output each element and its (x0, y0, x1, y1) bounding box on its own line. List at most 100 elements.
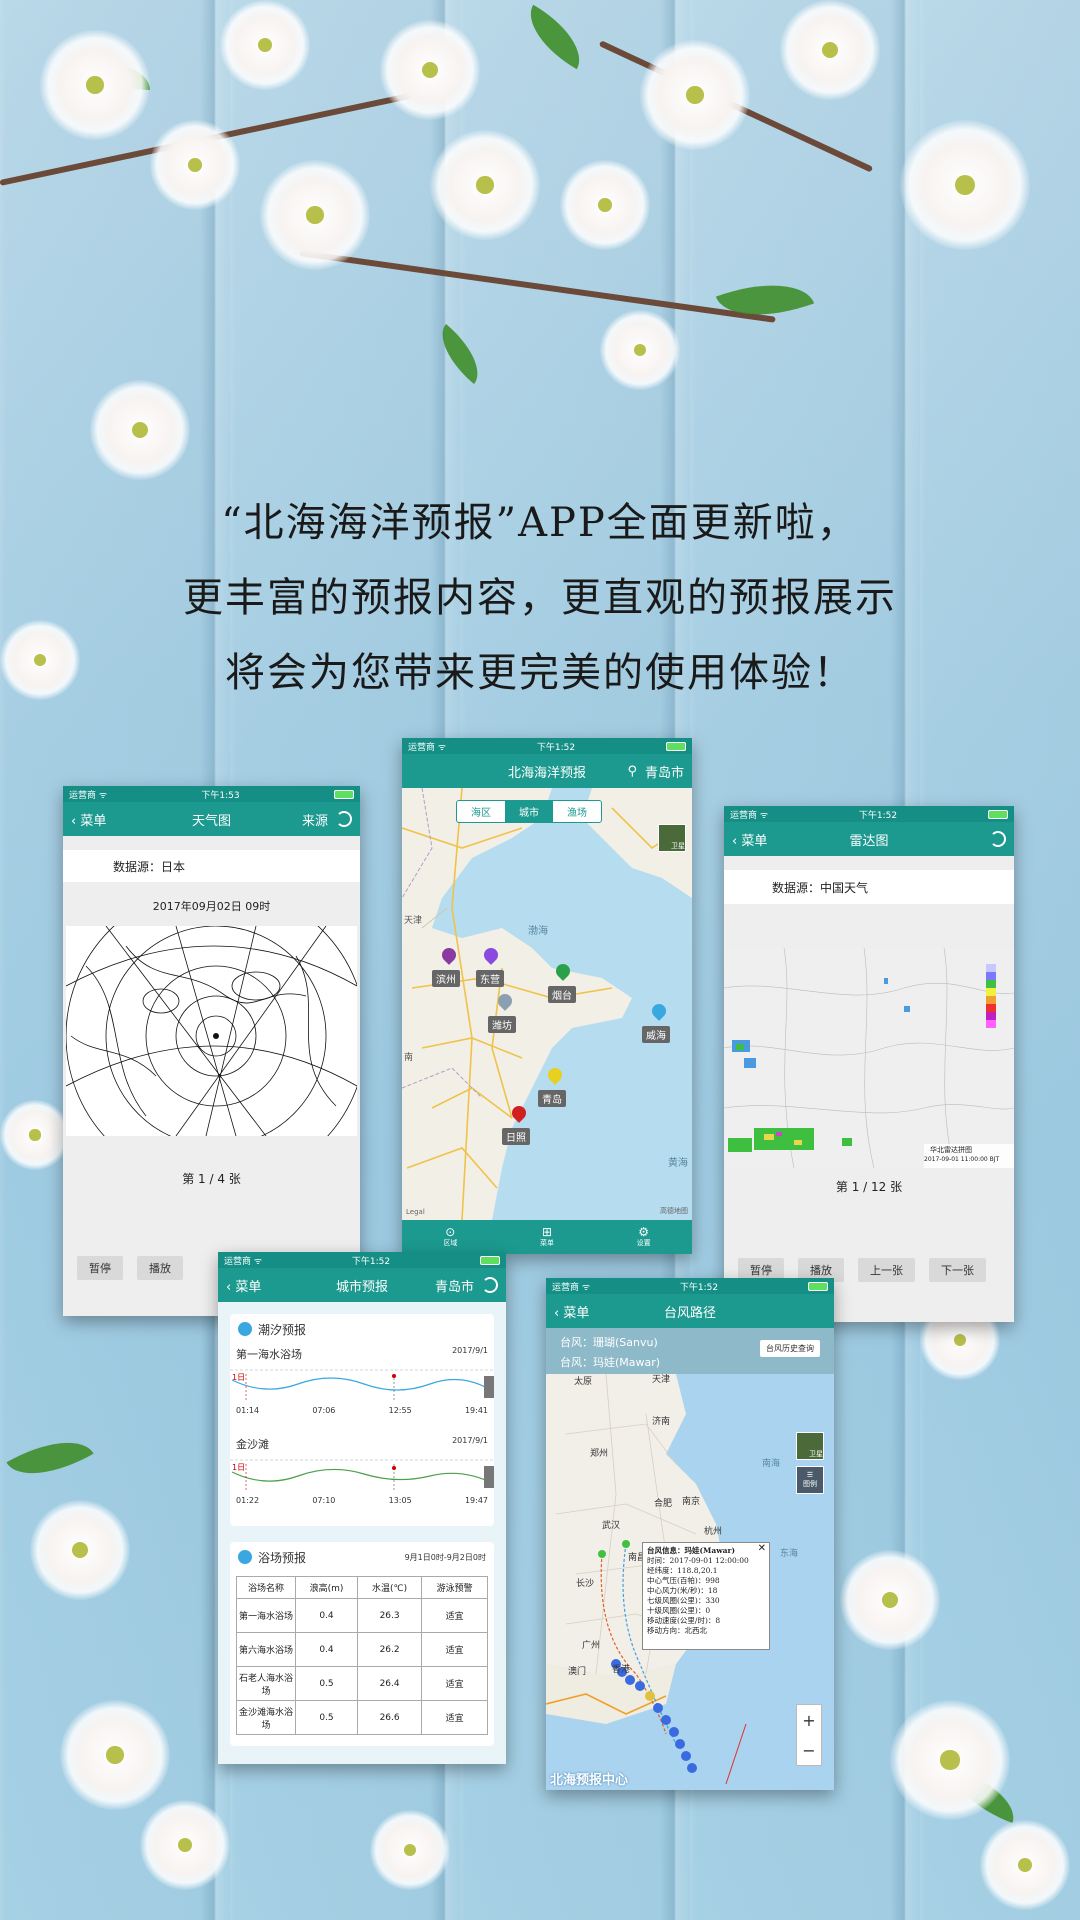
satellite-toggle[interactable]: 卫星 (796, 1432, 824, 1460)
popup-line: 移动速度(公里/时)：8 (647, 1616, 721, 1625)
city-forecast-screen: 运营商 ᯤ 下午1:52 ‹ 菜单 城市预报 青岛市 潮汐预报 第一海水浴场 2… (218, 1252, 506, 1764)
tide-time: 13:05 (388, 1496, 412, 1505)
beach-date: 9月1日0时-9月2日0时 (404, 1552, 486, 1562)
map-place-label: 天津 (652, 1375, 671, 1385)
status-bar: 运营商 ᯤ 下午1:52 (218, 1252, 506, 1268)
table-cell: 适宜 (421, 1700, 488, 1735)
status-time: 下午1:52 (858, 810, 898, 821)
tab-region[interactable]: ⊙ 区域 (443, 1226, 457, 1248)
tide-time: 07:10 (312, 1496, 336, 1505)
back-button[interactable]: ‹ 菜单 (226, 1276, 261, 1295)
refresh-icon[interactable] (336, 811, 352, 827)
tide-day: 1日 (232, 1463, 246, 1472)
legend-label: 图例 (803, 1480, 817, 1488)
tab-label: 设置 (636, 1239, 651, 1247)
tide-time: 19:47 (464, 1496, 488, 1505)
page-title: 雷达图 (849, 833, 889, 849)
map-place-label: 长沙 (576, 1579, 595, 1589)
previous-button[interactable]: 上一张 (858, 1258, 915, 1282)
back-label: 菜单 (235, 1279, 262, 1295)
tab-menu[interactable]: ⊞ 菜单 (540, 1226, 554, 1248)
status-bar: 运营商 ᯤ 下午1:52 (724, 806, 1014, 822)
tab-sea-area[interactable]: 海区 (457, 801, 505, 822)
tab-fishery[interactable]: 渔场 (553, 801, 601, 822)
source-button[interactable]: 来源 (302, 810, 328, 829)
legal-link[interactable]: Legal (406, 1208, 425, 1216)
radar-time: 2017-09-01 11:00:00 BJT (924, 1156, 1000, 1163)
map-place-label: 南海 (762, 1459, 781, 1469)
map-view[interactable]: 海区 城市 渔场 卫星 渤海 黄海 天津 南 滨州 东营 烟台 潍坊 威海 青岛… (402, 788, 692, 1220)
beach-title: 浴场预报 (258, 1550, 307, 1565)
tide-item: 金沙滩 2017/9/1 1日 01:22 07:10 13:05 19:47 (230, 1436, 494, 1505)
zoom-in-button[interactable]: + (802, 1711, 815, 1730)
back-button[interactable]: ‹ 菜单 (732, 830, 767, 849)
location-pin-icon: ⊙ (445, 1225, 456, 1239)
wave-icon (238, 1322, 252, 1336)
back-label: 菜单 (741, 833, 768, 849)
pause-button[interactable]: 暂停 (77, 1256, 123, 1280)
carrier-label: 运营商 ᯤ (730, 810, 769, 821)
satellite-toggle[interactable]: 卫星 (658, 824, 686, 852)
map-place-label: 东海 (780, 1549, 799, 1559)
tide-item: 第一海水浴场 2017/9/1 1日 01:14 07:06 12:55 19:… (230, 1346, 494, 1415)
typhoon-history-button[interactable]: 台风历史查询 (760, 1340, 820, 1357)
map-place-label: 澳门 (568, 1667, 587, 1677)
radar-image: 华北雷达拼图 2017-09-01 11:00:00 BJT (724, 947, 1014, 1169)
status-time: 下午1:52 (679, 1282, 719, 1293)
headline-line-2: 更丰富的预报内容，更直观的预报展示 (183, 575, 897, 621)
battery-icon (333, 789, 354, 799)
popup-line: 时间：2017-09-01 12:00:00 (647, 1556, 749, 1565)
city-label: 青岛 (538, 1090, 566, 1107)
popup-line: 七级风圈(公里)：330 (647, 1596, 720, 1605)
sea-label: 黄海 (668, 1158, 688, 1169)
status-time: 下午1:52 (351, 1256, 391, 1267)
tide-time: 01:14 (236, 1406, 260, 1415)
popup-line: 移动方向：北西北 (647, 1626, 707, 1635)
next-button[interactable]: 下一张 (929, 1258, 986, 1282)
close-icon[interactable]: ✕ (758, 1544, 766, 1554)
table-row: 金沙滩海水浴场 0.5 26.6 适宜 (236, 1700, 488, 1735)
typhoon-name[interactable]: 台风：玛娃(Mawar) (560, 1354, 660, 1370)
typhoon-header: 台风：珊瑚(Sanvu) 台风：玛娃(Mawar) 台风历史查询 (546, 1328, 834, 1374)
table-header: 浪高(m) (295, 1576, 358, 1599)
tide-time: 01:22 (236, 1496, 260, 1505)
tide-time: 12:55 (388, 1406, 412, 1415)
legend-button[interactable]: ☰ 图例 (796, 1466, 824, 1494)
tab-city[interactable]: 城市 (505, 801, 553, 822)
play-button[interactable]: 播放 (137, 1256, 183, 1280)
weather-chart-screen: 运营商 ᯤ 下午1:53 ‹ 菜单 天气图 来源 数据源：日本 2017年09月… (63, 786, 360, 1316)
tide-date: 2017/9/1 (452, 1436, 488, 1445)
refresh-icon[interactable] (482, 1277, 498, 1293)
typhoon-name[interactable]: 台风：珊瑚(Sanvu) (560, 1334, 658, 1350)
tide-title: 潮汐预报 (258, 1322, 307, 1337)
city-label: 威海 (642, 1026, 670, 1043)
gear-icon: ⚙ (638, 1225, 650, 1239)
map-provider-logo: 高德地图 (660, 1207, 688, 1215)
table-cell: 适宜 (421, 1598, 488, 1633)
page-indicator: 第 1 / 4 张 (182, 1172, 241, 1186)
tab-label: 菜单 (539, 1239, 554, 1247)
back-button[interactable]: ‹ 菜单 (71, 810, 106, 829)
nav-bar: 北海海洋预报 ⚲ 青岛市 (402, 754, 692, 788)
tab-label: 区域 (443, 1239, 458, 1247)
city-label: 滨州 (432, 970, 460, 987)
beach-card: 浴场预报 9月1日0时-9月2日0时 浴场名称 浪高(m) 水温(℃) 游泳预警… (230, 1542, 494, 1746)
typhoon-map[interactable]: 太原 天津 济南 郑州 南海 合肥 南京 武汉 杭州 南昌 东海 长沙 广州 澳… (546, 1374, 834, 1790)
back-label: 菜单 (80, 813, 107, 829)
location-button[interactable]: ⚲ 青岛市 (627, 762, 684, 781)
status-bar: 运营商 ᯤ 下午1:53 (63, 786, 360, 802)
zoom-control: + − (796, 1704, 822, 1766)
tab-settings[interactable]: ⚙ 设置 (637, 1226, 651, 1248)
city-label: 日照 (502, 1128, 530, 1145)
city-label: 潍坊 (488, 1016, 516, 1033)
list-icon: ☰ (806, 1471, 814, 1479)
back-button[interactable]: ‹ 菜单 (554, 1302, 589, 1321)
table-cell: 适宜 (421, 1632, 488, 1667)
location-label[interactable]: 青岛市 (435, 1276, 474, 1295)
nav-bar: ‹ 菜单 城市预报 青岛市 (218, 1268, 506, 1302)
nav-bar: ‹ 菜单 雷达图 (724, 822, 1014, 856)
location-pin-icon: ⚲ (627, 763, 637, 779)
sea-label: 渤海 (528, 926, 548, 937)
refresh-icon[interactable] (990, 831, 1006, 847)
zoom-out-button[interactable]: − (802, 1741, 815, 1760)
